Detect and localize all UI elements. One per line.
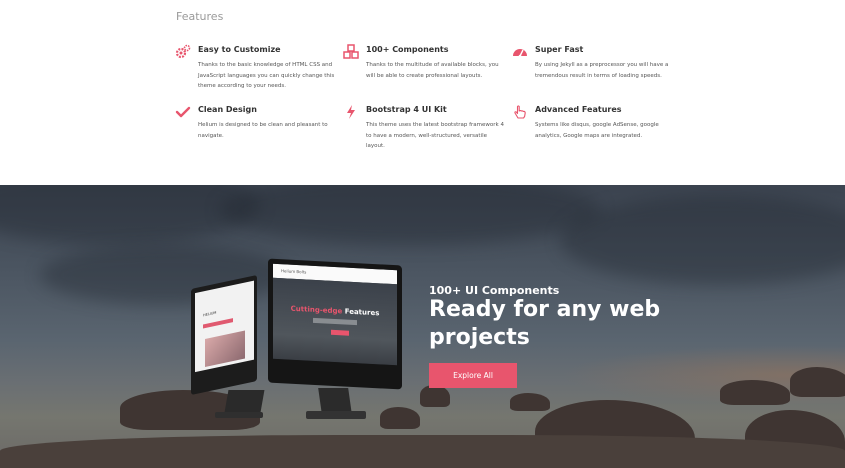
large-monitor-foot — [306, 411, 366, 419]
features-title: Features — [176, 10, 224, 23]
feature-title: Bootstrap 4 UI Kit — [366, 105, 447, 114]
rock — [380, 407, 420, 429]
feature-bootstrap-4-ui-kit: Bootstrap 4 UI Kit This theme uses the l… — [347, 104, 516, 152]
small-monitor-mockup: HELIUM — [191, 274, 257, 396]
feature-description: Systems like disqus, google AdSense, goo… — [535, 122, 659, 139]
rock — [720, 380, 790, 405]
large-monitor-mockup: Helium Bolts Cutting-edge Features — [268, 258, 402, 390]
feature-100-components: 100+ Components Thanks to the multitude … — [343, 44, 516, 81]
small-screen-bar — [203, 318, 233, 329]
feature-super-fast: Super Fast By using Jekyll as a preproce… — [513, 44, 685, 81]
large-monitor-screen: Helium Bolts Cutting-edge Features — [273, 263, 397, 366]
rock — [790, 367, 845, 397]
feature-title: Advanced Features — [535, 105, 622, 114]
cubes-icon — [343, 44, 359, 60]
explore-all-button[interactable]: Explore All — [429, 363, 517, 388]
checkmark-icon — [175, 104, 191, 120]
rock — [420, 385, 450, 407]
feature-title: Clean Design — [198, 105, 257, 114]
background-cloud — [220, 185, 600, 245]
feature-description: This theme uses the latest bootstrap fra… — [366, 122, 504, 149]
lightning-icon — [343, 104, 359, 120]
small-monitor-screen: HELIUM — [195, 280, 254, 373]
feature-title: 100+ Components — [366, 45, 449, 54]
hero-headline: Ready for any web projects — [429, 297, 661, 350]
features-section: Features Easy to Customize Thanks to the… — [0, 0, 845, 185]
feature-advanced-features: Advanced Features Systems like disqus, g… — [514, 104, 685, 141]
small-screen-image — [205, 330, 245, 368]
feature-title: Super Fast — [535, 45, 584, 54]
large-screen-brand: Helium Bolts — [281, 268, 307, 275]
hand-pointer-icon — [512, 104, 528, 120]
large-screen-cta — [331, 329, 349, 336]
feature-description: Thanks to the multitude of available blo… — [366, 62, 499, 79]
rock — [510, 393, 550, 411]
hero-section — [0, 185, 845, 468]
feature-title: Easy to Customize — [198, 45, 281, 54]
feature-easy-to-customize: Easy to Customize Thanks to the basic kn… — [175, 44, 348, 92]
small-monitor-foot — [215, 412, 263, 418]
feature-description: Thanks to the basic knowledge of HTML CS… — [198, 62, 335, 89]
foreground-rocks — [0, 435, 845, 468]
feature-description: By using Jekyll as a preprocessor you wi… — [535, 62, 669, 79]
feature-description: Helium is designed to be clean and pleas… — [198, 122, 328, 139]
small-screen-brand: HELIUM — [203, 310, 217, 318]
feature-clean-design: Clean Design Helium is designed to be cl… — [175, 104, 348, 141]
gears-icon — [175, 44, 191, 60]
background-cloud — [560, 195, 845, 285]
tachometer-icon — [512, 44, 528, 60]
